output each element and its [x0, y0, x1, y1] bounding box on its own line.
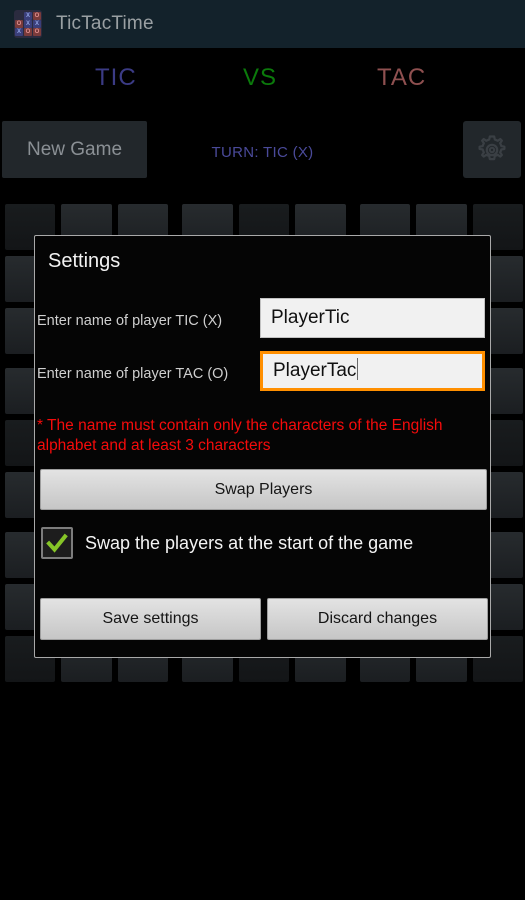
- icon-mark-x: X: [33, 20, 41, 28]
- icon-mark-o: O: [24, 28, 32, 36]
- app-root: XOOXXXOO TicTacTime TIC VS TAC New Game …: [0, 0, 525, 900]
- input-player-tac-value: PlayerTac: [273, 360, 357, 381]
- gear-icon: [478, 134, 506, 160]
- swap-at-start-label: Swap the players at the start of the gam…: [85, 532, 414, 553]
- input-player-tac[interactable]: PlayerTac: [260, 351, 485, 391]
- validation-hint: * The name must contain only the charact…: [37, 417, 443, 454]
- toolbar: New Game TURN: TIC (X): [0, 114, 525, 186]
- label-player-tic: Enter name of player TIC (X): [37, 313, 223, 329]
- swap-players-button[interactable]: Swap Players: [40, 469, 487, 510]
- swap-at-start-checkbox[interactable]: [41, 527, 73, 559]
- label-player-tac: Enter name of player TAC (O): [37, 366, 229, 382]
- dialog-title: Settings: [48, 250, 121, 272]
- swap-at-start-row[interactable]: Swap the players at the start of the gam…: [41, 527, 413, 559]
- players-header: TIC VS TAC: [0, 48, 525, 114]
- settings-dialog: Settings Enter name of player TIC (X) Pl…: [34, 235, 491, 658]
- player-tac-label: TAC: [377, 64, 427, 91]
- icon-mark-o: O: [33, 12, 41, 20]
- title-bar: XOOXXXOO TicTacTime: [0, 0, 525, 48]
- settings-button[interactable]: [463, 121, 521, 178]
- icon-mark-x: X: [15, 28, 23, 36]
- checkmark-icon: [46, 533, 68, 553]
- turn-status-label: TURN: TIC (X): [211, 144, 314, 161]
- versus-label: VS: [243, 64, 278, 91]
- app-icon: XOOXXXOO: [14, 10, 42, 38]
- icon-mark-x: X: [24, 12, 32, 20]
- save-settings-button[interactable]: Save settings: [40, 598, 261, 640]
- text-caret: [357, 358, 359, 380]
- discard-changes-button[interactable]: Discard changes: [267, 598, 488, 640]
- player-tic-label: TIC: [95, 64, 137, 91]
- icon-mark-o: O: [33, 28, 41, 36]
- input-player-tic[interactable]: PlayerTic: [260, 298, 485, 338]
- icon-mark-o: O: [15, 20, 23, 28]
- icon-mark-x: X: [24, 20, 32, 28]
- app-title: TicTacTime: [56, 13, 154, 34]
